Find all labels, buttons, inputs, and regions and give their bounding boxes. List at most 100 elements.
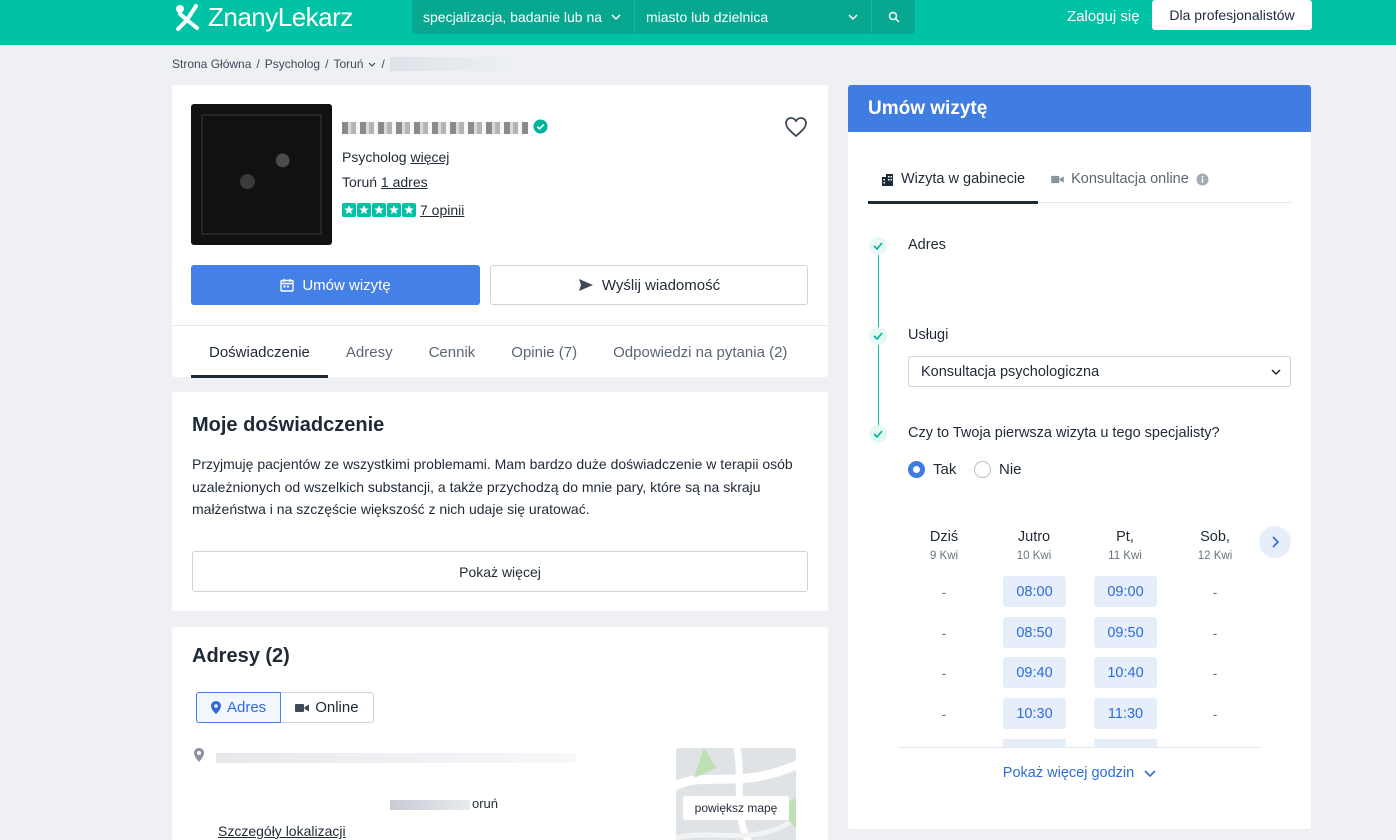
building-icon — [882, 173, 893, 186]
slots-divider — [898, 747, 1260, 748]
search-button[interactable] — [872, 0, 915, 34]
star-icon — [387, 203, 401, 217]
search-icon — [888, 11, 900, 23]
no-slot: - — [941, 584, 947, 600]
map-image — [676, 748, 796, 840]
toggle-online[interactable]: Online — [281, 692, 374, 723]
send-message-button[interactable]: Wyślij wiadomość — [490, 265, 808, 305]
address-city-text: oruń — [472, 796, 499, 811]
book-visit-label: Umów wizytę — [302, 276, 391, 294]
tab-experience[interactable]: Doświadczenie — [191, 326, 328, 378]
addresses-card: Adresy (2) Adres Online oruń Szczegóły l… — [172, 627, 828, 840]
video-camera-icon — [295, 703, 310, 712]
time-slot-partial[interactable] — [1094, 739, 1157, 747]
addresses-title: Adresy (2) — [192, 645, 290, 667]
experience-card: Moje doświadczenie Przyjmuję pacjentów z… — [172, 392, 828, 611]
day-column-header: Dziś 9 Kwi — [929, 529, 959, 562]
service-select[interactable]: Konsultacja psychologiczna — [908, 356, 1291, 387]
radio-no[interactable]: Nie — [974, 461, 1022, 478]
no-slot: - — [1212, 706, 1218, 722]
time-slot[interactable]: 09:40 — [1003, 657, 1066, 688]
time-slot[interactable]: 08:50 — [1003, 617, 1066, 648]
reviews-link[interactable]: 7 opinii — [420, 202, 464, 218]
service-selected-value: Konsultacja psychologiczna — [921, 363, 1100, 380]
star-icon — [342, 203, 356, 217]
tab-pricing[interactable]: Cennik — [411, 326, 494, 378]
favorite-heart-icon[interactable] — [784, 116, 808, 138]
star-icon — [372, 203, 386, 217]
tab-addresses[interactable]: Adresy — [328, 326, 411, 378]
rating-stars — [342, 203, 416, 217]
time-slot[interactable]: 10:30 — [1003, 698, 1066, 729]
experience-text: Przyjmuję pacjentów ze wszystkimi proble… — [192, 456, 793, 517]
no-slot: - — [1212, 625, 1218, 641]
breadcrumb-home[interactable]: Strona Główna — [172, 57, 251, 71]
day-column-header: Pt, 11 Kwi — [1108, 529, 1142, 562]
check-icon — [869, 237, 887, 255]
breadcrumb-specialty[interactable]: Psycholog — [265, 57, 320, 71]
video-camera-icon — [1051, 175, 1064, 183]
info-icon[interactable] — [1196, 173, 1209, 186]
profile-tabs: Doświadczenie Adresy Cennik Opinie (7) O… — [172, 325, 828, 378]
radio-yes[interactable]: Tak — [908, 461, 956, 478]
top-navigation-bar: ZnanyLekarz specjalizacja, badanie lub n… — [0, 0, 1396, 45]
send-icon — [578, 279, 593, 291]
login-link[interactable]: Zaloguj się — [1067, 8, 1140, 25]
no-slot: - — [1212, 665, 1218, 681]
chevron-down-icon — [369, 62, 376, 67]
search-bar: specjalizacja, badanie lub na miasto lub… — [412, 0, 915, 34]
next-days-button[interactable] — [1259, 526, 1291, 558]
breadcrumb-city[interactable]: Toruń — [333, 57, 363, 71]
tab-reviews[interactable]: Opinie (7) — [493, 326, 595, 378]
map-thumbnail[interactable]: powiększ mapę — [676, 748, 796, 840]
no-slot: - — [941, 665, 947, 681]
address-count-link[interactable]: 1 adres — [381, 174, 428, 190]
doctor-profile-card: Psycholog więcej Toruń 1 adres 7 opinii … — [172, 85, 828, 378]
calendar-icon — [280, 279, 295, 292]
step-address-label: Adres — [908, 237, 946, 253]
toggle-address-label: Adres — [227, 699, 267, 716]
specialization-input[interactable]: specjalizacja, badanie lub na — [412, 0, 635, 34]
specialty-line: Psycholog więcej — [342, 149, 449, 165]
street-address-blurred — [216, 753, 576, 763]
breadcrumb-doctor-blurred[interactable] — [389, 57, 520, 71]
time-slot[interactable]: 08:00 — [1003, 576, 1066, 607]
star-icon — [402, 203, 416, 217]
book-visit-button[interactable]: Umów wizytę — [191, 265, 480, 305]
show-more-hours-label: Pokaż więcej godzin — [1002, 765, 1135, 781]
show-more-hours-button[interactable]: Pokaż więcej godzin — [848, 765, 1311, 781]
for-professionals-button[interactable]: Dla profesjonalistów — [1152, 0, 1312, 30]
breadcrumb: Strona Główna / Psycholog / Toruń / — [172, 57, 520, 71]
experience-title: Moje doświadczenie — [192, 414, 385, 436]
tab-online-consultation[interactable]: Konsultacja online — [1038, 155, 1222, 203]
show-more-button[interactable]: Pokaż więcej — [192, 551, 808, 592]
location-details-link[interactable]: Szczegóły lokalizacji — [218, 823, 346, 839]
radio-no-label: Nie — [999, 461, 1022, 478]
address-city-line: oruń — [390, 796, 498, 811]
no-slot: - — [941, 625, 947, 641]
tab-office-visit-label: Wizyta w gabinecie — [901, 171, 1026, 187]
logo[interactable]: ZnanyLekarz — [172, 2, 353, 32]
toggle-address[interactable]: Adres — [196, 692, 282, 723]
check-icon — [869, 425, 887, 443]
chevron-down-icon — [1271, 369, 1281, 376]
tab-answers[interactable]: Odpowiedzi na pytania (2) — [595, 326, 805, 378]
specialty-more-link[interactable]: więcej — [410, 149, 449, 165]
toggle-online-label: Online — [315, 699, 359, 716]
no-slot: - — [941, 706, 947, 722]
doctor-photo[interactable] — [191, 104, 332, 245]
time-slot-partial[interactable] — [1003, 739, 1066, 747]
booking-card: Umów wizytę Wizyta w gabinecie Konsultac… — [848, 85, 1311, 829]
tab-office-visit[interactable]: Wizyta w gabinecie — [868, 155, 1039, 204]
time-slot[interactable]: 11:30 — [1094, 698, 1157, 729]
enlarge-map-button[interactable]: powiększ mapę — [683, 796, 789, 820]
time-slot[interactable]: 10:40 — [1094, 657, 1157, 688]
city-line: Toruń 1 adres — [342, 174, 428, 190]
booking-title: Umów wizytę — [848, 85, 1311, 132]
time-slot[interactable]: 09:00 — [1094, 576, 1157, 607]
radio-no-indicator — [974, 461, 991, 478]
city-input[interactable]: miasto lub dzielnica — [635, 0, 872, 34]
time-slot[interactable]: 09:50 — [1094, 617, 1157, 648]
star-icon — [357, 203, 371, 217]
city-text: Toruń — [342, 174, 378, 190]
